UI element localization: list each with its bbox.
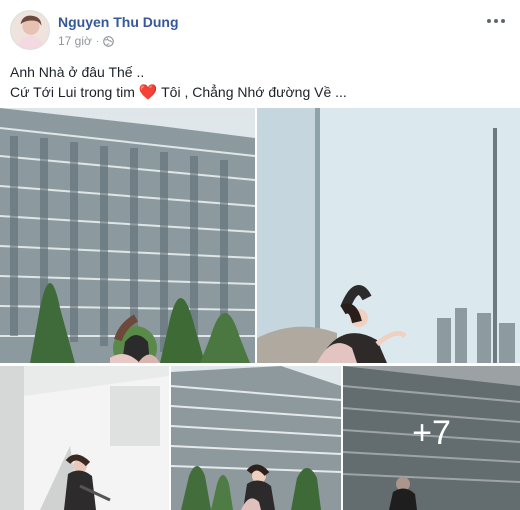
photo-image [0, 108, 255, 363]
facebook-post: Nguyen Thu Dung 17 giờ · Anh Nhà ở đâu T… [0, 0, 520, 510]
author-name[interactable]: Nguyen Thu Dung [58, 14, 179, 30]
caption-text: Cứ Tới Lui trong tim [10, 84, 135, 100]
post-photo-4[interactable] [171, 366, 341, 510]
photo-image [171, 366, 341, 510]
more-photos-overlay[interactable]: +7 [343, 366, 520, 510]
meta-separator: · [95, 35, 100, 47]
post-photo-5[interactable]: +7 [343, 366, 520, 510]
caption-line-1: Anh Nhà ở đâu Thế .. [10, 64, 145, 80]
author-avatar[interactable] [10, 10, 50, 50]
globe-icon[interactable] [103, 35, 115, 47]
post-photo-1[interactable] [0, 108, 255, 363]
avatar-image [11, 11, 49, 49]
caption-text: Tôi , Chẳng Nhớ đường Về ... [161, 84, 347, 100]
photo-image [0, 366, 169, 510]
post-meta: 17 giờ · [58, 34, 115, 48]
post-photo-2[interactable] [257, 108, 520, 363]
more-options-icon[interactable] [484, 12, 508, 30]
more-photos-count: +7 [412, 413, 451, 452]
post-photo-3[interactable] [0, 366, 169, 510]
post-caption: Anh Nhà ở đâu Thế .. Cứ Tới Lui trong ti… [10, 62, 347, 103]
photo-image [257, 108, 520, 363]
caption-line-2: Cứ Tới Lui trong tim ❤️ Tôi , Chẳng Nhớ … [10, 82, 347, 103]
heart-emoji-icon: ❤️ [138, 84, 158, 101]
post-timestamp[interactable]: 17 giờ [58, 34, 92, 48]
